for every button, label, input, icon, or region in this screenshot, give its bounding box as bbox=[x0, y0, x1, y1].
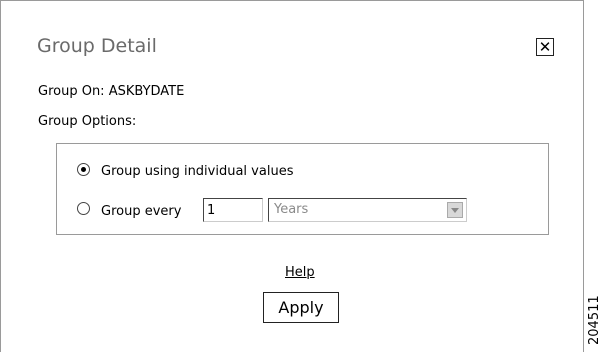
group-on-label: Group On: ASKBYDATE bbox=[38, 84, 185, 99]
apply-button[interactable]: Apply bbox=[263, 292, 339, 323]
group-options-label: Group Options: bbox=[38, 114, 137, 129]
close-icon: ✕ bbox=[538, 37, 552, 56]
group-detail-dialog: Group Detail ✕ Group On: ASKBYDATE Group… bbox=[0, 0, 584, 352]
dialog-title: Group Detail bbox=[37, 35, 157, 57]
group-every-label[interactable]: Group every bbox=[101, 204, 181, 219]
chevron-down-icon[interactable] bbox=[447, 202, 463, 218]
group-every-unit-select[interactable]: Years bbox=[268, 198, 467, 222]
group-every-count-input[interactable] bbox=[203, 198, 263, 222]
individual-values-radio[interactable] bbox=[77, 163, 90, 176]
help-link[interactable]: Help bbox=[285, 265, 315, 280]
close-button[interactable]: ✕ bbox=[536, 38, 554, 56]
group-every-radio[interactable] bbox=[77, 202, 90, 215]
individual-values-label[interactable]: Group using individual values bbox=[101, 164, 293, 179]
unit-select-value: Years bbox=[274, 202, 309, 217]
figure-id: 204511 bbox=[587, 295, 602, 345]
